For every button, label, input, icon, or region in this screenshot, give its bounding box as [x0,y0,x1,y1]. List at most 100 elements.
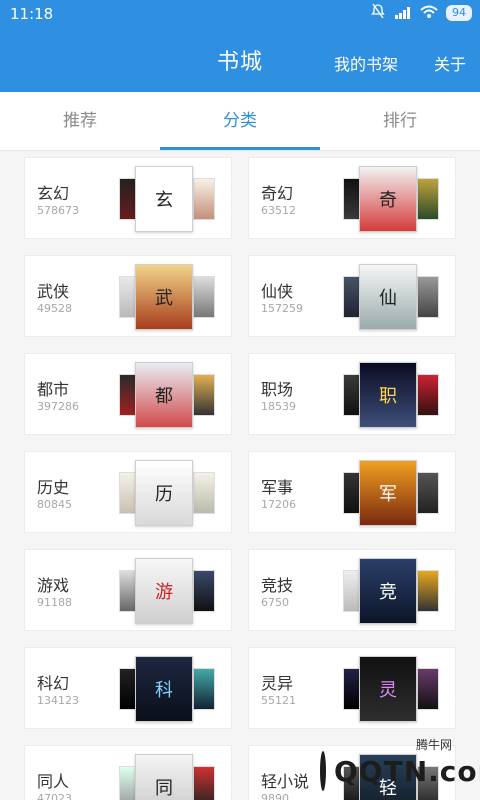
category-card-qihuan[interactable]: 奇幻 63512 奇 [248,157,456,239]
my-bookshelf-button[interactable]: 我的书架 [334,51,398,75]
category-count: 63512 [261,204,296,217]
book-cover-main: 科 [135,656,193,722]
category-label: 职场 [261,380,294,399]
category-card-dushi[interactable]: 都市 397286 都 [24,353,232,435]
watermark-small-text: 腾牛网 [415,738,452,752]
cover-stack: 游 [119,558,215,624]
category-count: 91188 [37,596,72,609]
book-cover [193,472,215,514]
book-cover [193,570,215,612]
book-cover [417,276,439,318]
category-count: 17206 [261,498,296,511]
book-cover [417,374,439,416]
bell-off-icon [370,3,386,23]
category-label: 仙侠 [261,282,294,301]
category-card-junshi[interactable]: 军事 17206 军 [248,451,456,533]
category-count: 157259 [261,302,303,315]
category-card-zhichang[interactable]: 职场 18539 职 [248,353,456,435]
cover-stack: 玄 [119,166,215,232]
book-cover [193,276,215,318]
cover-stack: 奇 [343,166,439,232]
cover-stack: 科 [119,656,215,722]
category-card-xianxia[interactable]: 仙侠 157259 仙 [248,255,456,337]
category-count: 49528 [37,302,72,315]
book-cover-main: 同 [135,754,193,800]
book-cover [193,178,215,220]
cover-stack: 历 [119,460,215,526]
watermark-text: QQTN.com [334,754,480,788]
book-cover-main: 竞 [359,558,417,624]
category-label: 奇幻 [261,184,294,203]
category-label: 科幻 [37,674,70,693]
cover-stack: 都 [119,362,215,428]
category-card-youxi[interactable]: 游戏 91188 游 [24,549,232,631]
category-count: 397286 [37,400,79,413]
book-cover-main: 游 [135,558,193,624]
category-card-xuanhuan[interactable]: 玄幻 578673 玄 [24,157,232,239]
cover-stack: 职 [343,362,439,428]
book-cover-main: 军 [359,460,417,526]
book-cover-main: 仙 [359,264,417,330]
book-cover [193,668,215,710]
category-list[interactable]: 玄幻 578673 玄 奇幻 63512 奇 武侠 49528 武 仙侠 157… [0,151,480,800]
category-label: 灵异 [261,674,294,693]
category-card-lishi[interactable]: 历史 80845 历 [24,451,232,533]
book-cover-main: 都 [135,362,193,428]
category-count: 134123 [37,694,79,707]
app-bar: 书城 我的书架 关于 [0,26,480,92]
book-cover [193,374,215,416]
category-count: 47023 [37,792,72,800]
watermark-logo [320,751,326,791]
book-cover [193,766,215,800]
cover-stack: 同 [119,754,215,800]
wifi-icon [420,4,438,23]
battery-indicator: 94 [446,5,472,21]
category-count: 55121 [261,694,296,707]
category-count: 578673 [37,204,79,217]
category-label: 武侠 [37,282,70,301]
category-label: 军事 [261,478,294,497]
category-label: 玄幻 [37,184,70,203]
category-label: 都市 [37,380,70,399]
signal-icon [394,4,412,23]
book-cover [417,570,439,612]
book-cover-main: 职 [359,362,417,428]
category-card-lingyi[interactable]: 灵异 55121 灵 [248,647,456,729]
category-label: 轻小说 [261,772,310,791]
status-time: 11:18 [10,5,54,23]
page-title: 书城 [216,50,263,75]
category-card-tongren[interactable]: 同人 47023 同 [24,745,232,800]
category-label: 同人 [37,772,70,791]
about-button[interactable]: 关于 [434,51,466,75]
cover-stack: 仙 [343,264,439,330]
category-label: 游戏 [37,576,70,595]
category-label: 历史 [37,478,70,497]
category-count: 80845 [37,498,72,511]
category-card-wuxia[interactable]: 武侠 49528 武 [24,255,232,337]
cover-stack: 灵 [343,656,439,722]
category-label: 竞技 [261,576,294,595]
book-cover [417,472,439,514]
book-cover-main: 历 [135,460,193,526]
book-cover-main: 奇 [359,166,417,232]
book-cover [417,668,439,710]
tab-category[interactable]: 分类 [160,92,320,150]
tab-indicator [160,147,320,150]
book-cover [417,178,439,220]
cover-stack: 军 [343,460,439,526]
cover-stack: 竞 [343,558,439,624]
status-bar: 11:18 94 [0,0,480,26]
category-count: 9890 [261,792,289,800]
category-card-kehuan[interactable]: 科幻 134123 科 [24,647,232,729]
status-icons: 94 [370,3,472,23]
category-card-jingji[interactable]: 竞技 6750 竞 [248,549,456,631]
book-cover-main: 武 [135,264,193,330]
category-count: 6750 [261,596,289,609]
book-cover-main: 灵 [359,656,417,722]
tab-ranking[interactable]: 排行 [320,92,480,150]
watermark: 腾牛网 QQTN.com [320,738,480,794]
cover-stack: 武 [119,264,215,330]
book-cover-main: 玄 [135,166,193,232]
tab-recommend[interactable]: 推荐 [0,92,160,150]
category-count: 18539 [261,400,296,413]
